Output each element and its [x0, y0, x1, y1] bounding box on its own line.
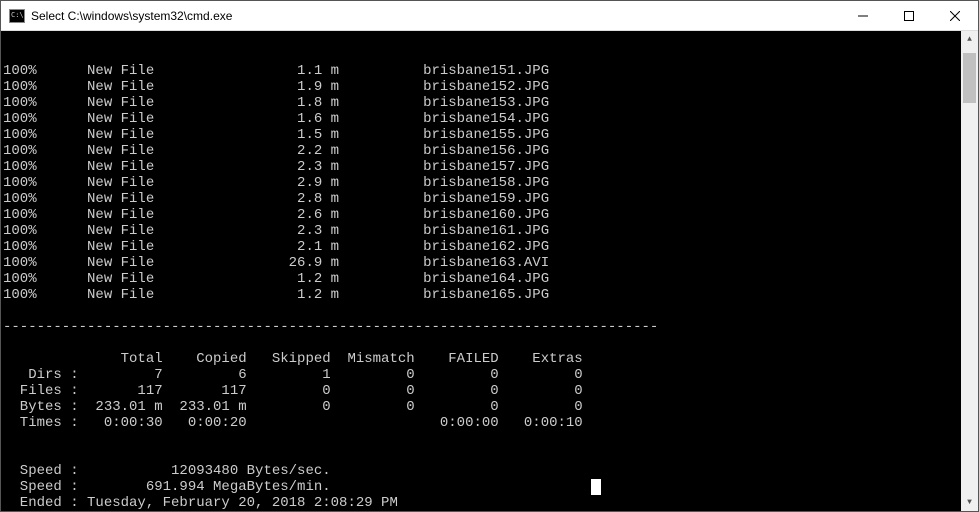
titlebar[interactable]: Select C:\windows\system32\cmd.exe: [1, 1, 978, 31]
scrollbar-thumb[interactable]: [963, 53, 976, 103]
minimize-button[interactable]: [840, 1, 886, 31]
scroll-up-arrow-icon[interactable]: ▲: [961, 31, 978, 48]
scrollbar-track[interactable]: [961, 48, 978, 494]
terminal-content: 100% New File 1.1 m brisbane151.JPG 100%…: [1, 63, 978, 511]
close-button[interactable]: [932, 1, 978, 31]
window-controls: [840, 1, 978, 31]
terminal[interactable]: 100% New File 1.1 m brisbane151.JPG 100%…: [1, 31, 978, 511]
scrollbar[interactable]: ▲ ▼: [961, 31, 978, 511]
cmd-icon: [9, 9, 25, 23]
maximize-button[interactable]: [886, 1, 932, 31]
window-title: Select C:\windows\system32\cmd.exe: [31, 9, 840, 23]
scroll-down-arrow-icon[interactable]: ▼: [961, 494, 978, 511]
